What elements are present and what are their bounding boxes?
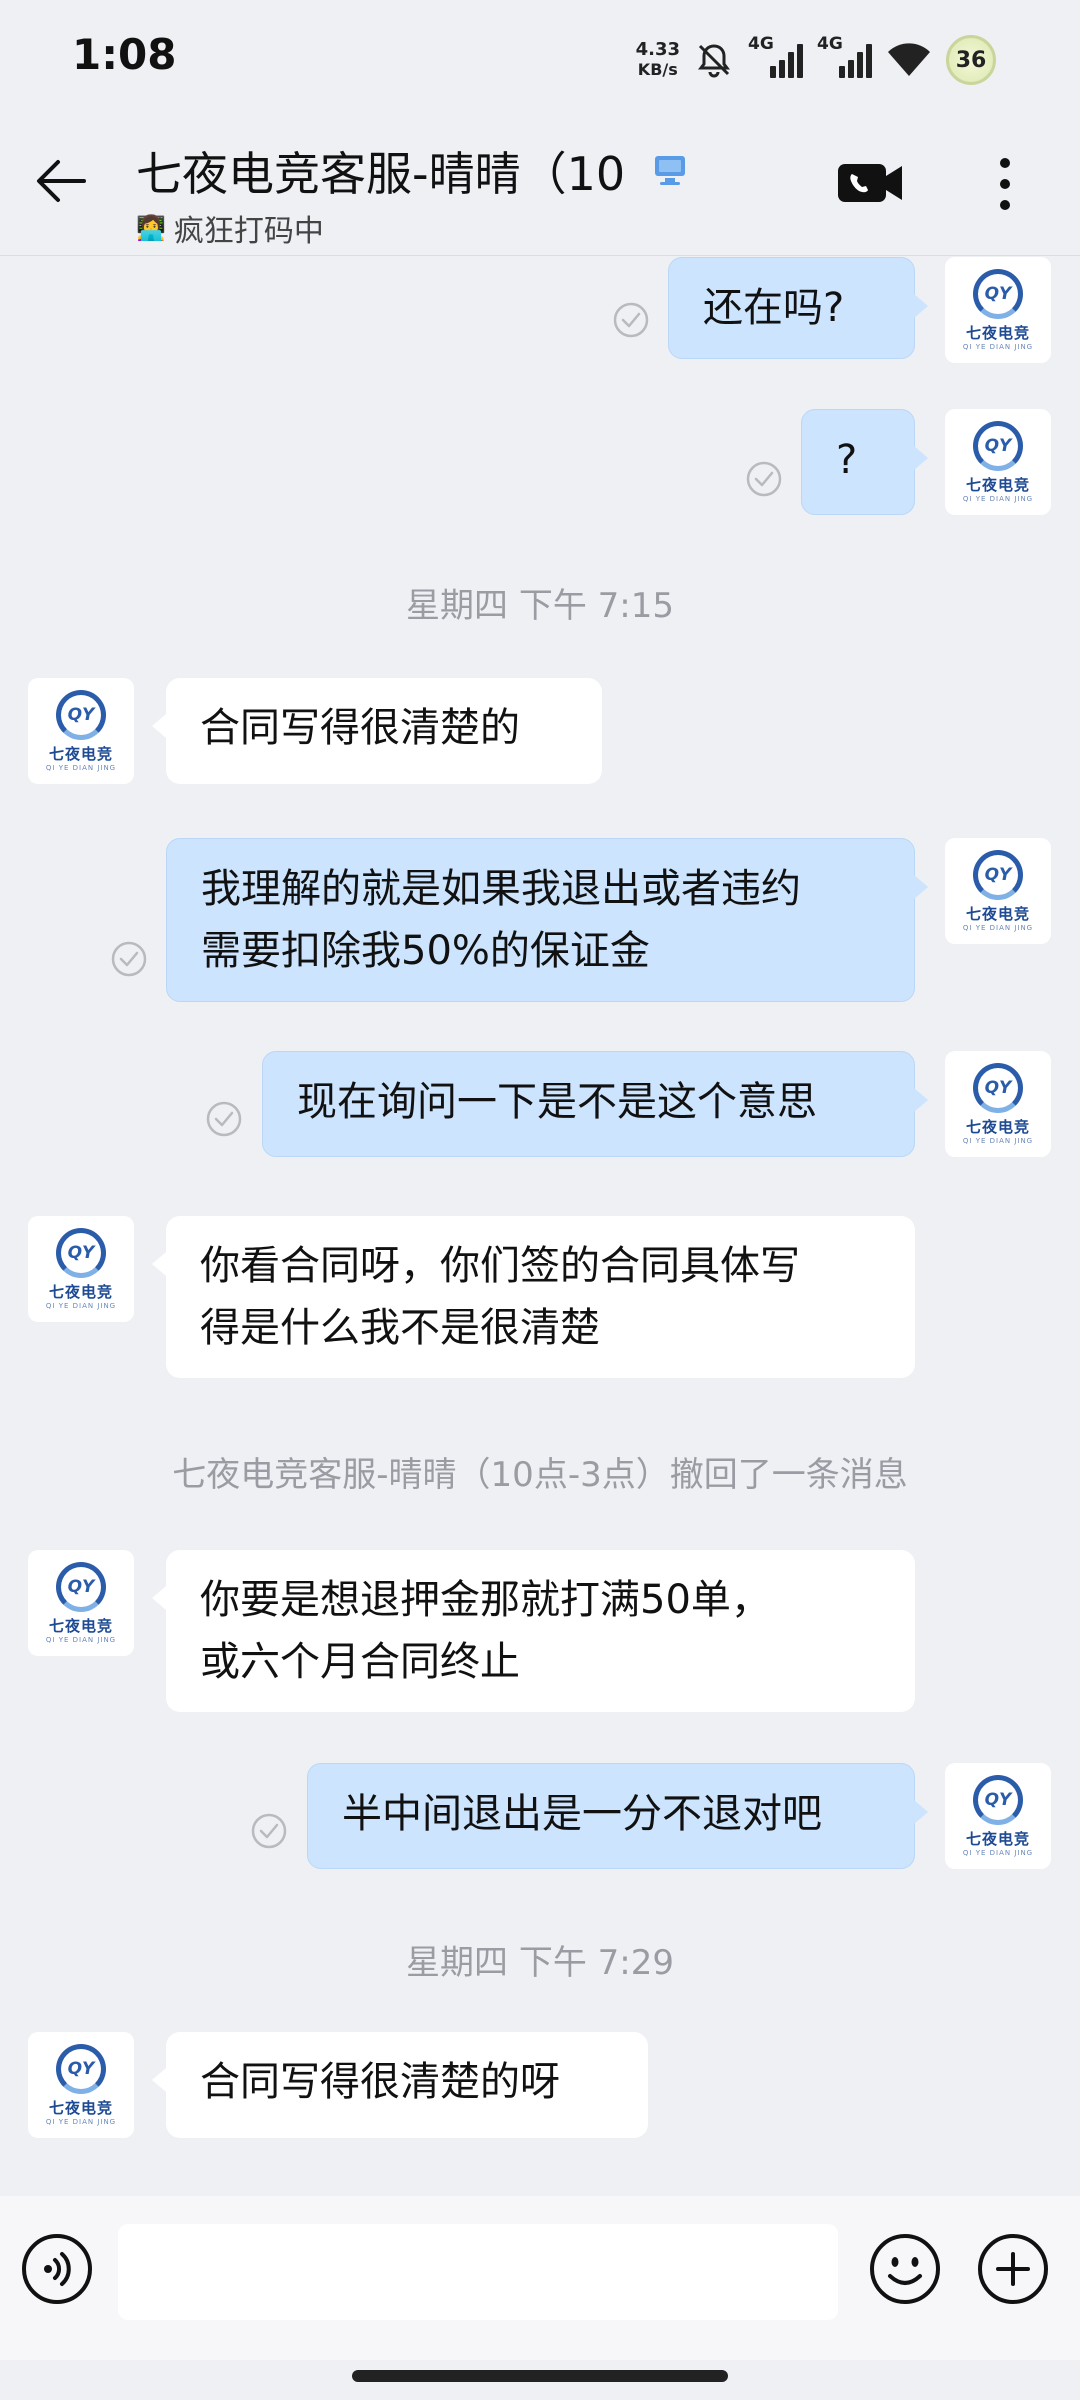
avatar-logo-icon: QY (56, 2044, 106, 2094)
avatar-brand-subtitle: QI YE DIAN JING (962, 1849, 1034, 1857)
back-button[interactable] (30, 150, 92, 212)
contact-status: 👩‍💻 疯狂打码中 (136, 206, 324, 250)
avatar[interactable]: QY 七夜电竞 QI YE DIAN JING (945, 1763, 1051, 1869)
sim1-label: 4G (748, 34, 774, 54)
avatar-brand-name: 七夜电竞 (48, 1283, 113, 1301)
avatar-logo-icon: QY (973, 1063, 1023, 1113)
read-receipt-icon (206, 1101, 242, 1137)
emoji-button[interactable] (868, 2232, 942, 2306)
voice-input-button[interactable] (20, 2232, 94, 2306)
avatar-brand-subtitle: QI YE DIAN JING (962, 343, 1034, 351)
avatar-brand-name: 七夜电竞 (965, 1118, 1030, 1136)
avatar[interactable]: QY 七夜电竞 QI YE DIAN JING (28, 678, 134, 784)
more-dot-icon (1000, 158, 1010, 168)
status-bar: 1:08 4.33 KB/s 4G 4G 36 (0, 0, 1080, 118)
wifi-icon (888, 43, 930, 76)
avatar[interactable]: QY 七夜电竞 QI YE DIAN JING (28, 1216, 134, 1322)
avatar[interactable]: QY 七夜电竞 QI YE DIAN JING (28, 1550, 134, 1656)
video-call-icon (838, 164, 902, 202)
avatar-brand-subtitle: QI YE DIAN JING (962, 1137, 1034, 1145)
network-speed-value: 4.33 (635, 39, 680, 60)
avatar[interactable]: QY 七夜电竞 QI YE DIAN JING (945, 409, 1051, 515)
outgoing-message-bubble[interactable]: 我理解的就是如果我退出或者违约 需要扣除我50%的保证金 (166, 838, 928, 1002)
signal-sim2-icon: 4G (817, 34, 872, 78)
recall-notice: 七夜电竞客服-晴晴（10点-3点）撤回了一条消息 (172, 1455, 908, 1495)
avatar-logo-icon: QY (973, 1775, 1023, 1825)
status-emoji: 👩‍💻 (136, 214, 166, 242)
avatar-brand-subtitle: QI YE DIAN JING (45, 764, 117, 772)
read-receipt-icon (251, 1813, 287, 1849)
avatar-brand-name: 七夜电竞 (965, 905, 1030, 923)
sim2-label: 4G (817, 34, 843, 54)
avatar[interactable]: QY 七夜电竞 QI YE DIAN JING (945, 838, 1051, 944)
avatar[interactable]: QY 七夜电竞 QI YE DIAN JING (28, 2032, 134, 2138)
input-bar (0, 2196, 1080, 2360)
avatar-logo-icon: QY (56, 1562, 106, 1612)
avatar-logo-icon: QY (973, 269, 1023, 319)
more-dot-icon (1000, 200, 1010, 210)
avatar-logo-icon: QY (973, 421, 1023, 471)
avatar-logo-icon: QY (56, 690, 106, 740)
outgoing-message-bubble[interactable]: ? (801, 409, 928, 515)
avatar-brand-subtitle: QI YE DIAN JING (45, 1302, 117, 1310)
read-receipt-icon (613, 302, 649, 338)
avatar-brand-subtitle: QI YE DIAN JING (45, 1636, 117, 1644)
arrow-left-icon (37, 160, 86, 202)
mute-bell-icon (698, 44, 730, 78)
plus-circle-icon (978, 2234, 1048, 2304)
avatar[interactable]: QY 七夜电竞 QI YE DIAN JING (945, 257, 1051, 363)
timestamp-separator: 星期四 下午 7:29 (406, 1943, 674, 1983)
avatar[interactable]: QY 七夜电竞 QI YE DIAN JING (945, 1051, 1051, 1157)
read-receipt-icon (746, 461, 782, 497)
status-text: 疯狂打码中 (173, 214, 324, 249)
more-dot-icon (1000, 179, 1010, 189)
voice-icon (22, 2234, 92, 2304)
avatar-brand-name: 七夜电竞 (965, 476, 1030, 494)
chat-title[interactable]: 七夜电竞客服-晴晴（10 (136, 138, 646, 198)
video-call-button[interactable] (836, 158, 906, 208)
computer-online-icon (655, 156, 685, 185)
chat-header: 七夜电竞客服-晴晴（10 👩‍💻 疯狂打码中 (0, 118, 1080, 256)
network-speed-unit: KB/s (637, 60, 678, 79)
status-time: 1:08 (72, 30, 177, 79)
network-speed: 4.33 KB/s (636, 40, 680, 80)
avatar-brand-subtitle: QI YE DIAN JING (962, 495, 1034, 503)
avatar-logo-icon: QY (973, 850, 1023, 900)
battery-indicator: 36 (946, 35, 996, 85)
home-indicator[interactable] (352, 2370, 728, 2382)
outgoing-message-bubble[interactable]: 现在询问一下是不是这个意思 (262, 1051, 928, 1157)
more-functions-button[interactable] (976, 2232, 1050, 2306)
incoming-message-bubble[interactable]: 合同写得很清楚的 (152, 678, 602, 784)
incoming-message-bubble[interactable]: 合同写得很清楚的呀 (152, 2032, 648, 2138)
incoming-message-bubble[interactable]: 你要是想退押金那就打满50单， 或六个月合同终止 (152, 1550, 915, 1712)
avatar-brand-name: 七夜电竞 (48, 2099, 113, 2117)
timestamp-separator: 星期四 下午 7:15 (406, 586, 674, 626)
read-receipt-icon (111, 941, 147, 977)
smiley-icon (870, 2234, 940, 2304)
avatar-brand-name: 七夜电竞 (965, 1830, 1030, 1848)
outgoing-message-bubble[interactable]: 半中间退出是一分不退对吧 (307, 1763, 928, 1869)
message-input[interactable] (118, 2224, 838, 2320)
avatar-brand-subtitle: QI YE DIAN JING (45, 2118, 117, 2126)
more-options-button[interactable] (982, 154, 1028, 214)
incoming-message-bubble[interactable]: 你看合同呀，你们签的合同具体写 得是什么我不是很清楚 (152, 1216, 915, 1378)
avatar-brand-subtitle: QI YE DIAN JING (962, 924, 1034, 932)
avatar-brand-name: 七夜电竞 (965, 324, 1030, 342)
avatar-brand-name: 七夜电竞 (48, 1617, 113, 1635)
status-icons: 4.33 KB/s 4G 4G 36 (636, 30, 996, 90)
avatar-logo-icon: QY (56, 1228, 106, 1278)
avatar-brand-name: 七夜电竞 (48, 745, 113, 763)
outgoing-message-bubble[interactable]: 还在吗? (668, 257, 928, 359)
signal-sim1-icon: 4G (748, 34, 803, 78)
